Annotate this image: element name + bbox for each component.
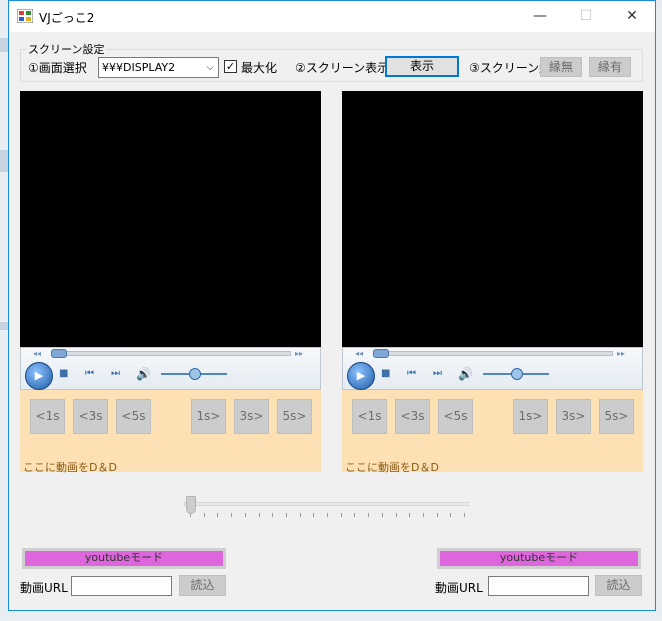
right-url-label: 動画URL — [435, 581, 483, 595]
crossfader-tick — [244, 513, 246, 517]
right-volume-thumb[interactable] — [511, 368, 523, 380]
chevron-down-icon: ⌵ — [206, 62, 214, 73]
crossfader-tick — [272, 513, 274, 517]
left-video-display[interactable] — [20, 91, 321, 347]
right-skip-back-1s[interactable]: <1s — [352, 399, 387, 434]
crossfader-tick — [450, 513, 452, 517]
left-skip-back-3s[interactable]: <3s — [73, 399, 108, 434]
screen-border-label: ③スクリーン縁 — [469, 61, 552, 75]
crossfader-tick — [340, 513, 342, 517]
right-load-button[interactable]: 読込 — [595, 575, 642, 596]
crossfader-tick — [327, 513, 328, 517]
window-title: VJごっこ2 — [39, 11, 95, 25]
desktop-background-left — [0, 0, 8, 621]
volume-icon[interactable]: 🔊 — [136, 367, 151, 381]
left-url-label: 動画URL — [20, 581, 68, 595]
crossfader-thumb[interactable] — [186, 496, 196, 514]
rewind-icon[interactable]: ◂◂ — [355, 349, 363, 358]
crossfader-tick — [203, 513, 205, 517]
left-skip-back-5s[interactable]: <5s — [116, 399, 151, 434]
maximize-button[interactable]: ☐ — [563, 1, 609, 32]
app-icon — [16, 8, 34, 24]
crossfader-tick — [422, 513, 424, 517]
close-button[interactable]: ✕ — [609, 1, 655, 32]
desktop-background-bottom — [0, 610, 662, 621]
right-youtube-mode-button[interactable]: youtubeモード — [437, 548, 641, 569]
right-seek-thumb[interactable] — [373, 349, 389, 358]
minimize-button[interactable]: — — [517, 1, 563, 32]
volume-icon[interactable]: 🔊 — [458, 367, 473, 381]
crossfader-tick — [313, 513, 315, 517]
right-video-display[interactable] — [342, 91, 643, 347]
right-player-controls: ◂◂ ▸▸ ▶ ■ ⏮ ⏭ 🔊 — [342, 347, 643, 390]
right-seek-bar[interactable] — [373, 351, 613, 356]
play-icon[interactable]: ▶ — [25, 362, 53, 390]
right-skip-forward-5s[interactable]: 5s> — [599, 399, 634, 434]
screen-select-dropdown[interactable]: ¥¥¥DISPLAY2 ⌵ — [98, 57, 219, 78]
left-youtube-mode-button[interactable]: youtubeモード — [22, 548, 226, 569]
crossfader-tick — [395, 513, 397, 517]
previous-icon[interactable]: ⏮ — [85, 368, 94, 379]
left-volume-thumb[interactable] — [189, 368, 201, 380]
left-seek-bar[interactable] — [51, 351, 291, 356]
crossfader-tick — [285, 513, 287, 517]
title-bar[interactable]: VJごっこ2 — ☐ ✕ — [9, 1, 655, 32]
next-icon[interactable]: ⏭ — [433, 368, 442, 379]
show-screen-button[interactable]: 表示 — [385, 56, 459, 77]
screen-settings-legend: スクリーン設定 — [26, 41, 107, 57]
crossfader-tick — [217, 513, 219, 517]
left-url-input[interactable] — [71, 576, 172, 596]
border-on-button[interactable]: 縁有 — [589, 57, 631, 77]
maximize-label: 最大化 — [241, 61, 278, 75]
play-icon[interactable]: ▶ — [347, 362, 375, 390]
crossfader-tick — [299, 513, 301, 517]
right-skip-back-5s[interactable]: <5s — [438, 399, 473, 434]
left-drop-hint: ここに動画をD＆D — [23, 461, 117, 474]
left-player-controls: ◂◂ ▸▸ ▶ ■ ⏮ ⏭ 🔊 — [20, 347, 321, 390]
screen-select-value: ¥¥¥DISPLAY2 — [102, 61, 176, 74]
fast-forward-icon[interactable]: ▸▸ — [295, 349, 303, 358]
screen-show-label: ②スクリーン表示 — [295, 61, 390, 75]
left-seek-thumb[interactable] — [51, 349, 67, 358]
previous-icon[interactable]: ⏮ — [407, 368, 416, 379]
right-skip-forward-3s[interactable]: 3s> — [556, 399, 591, 434]
border-off-button[interactable]: 縁無 — [540, 57, 582, 77]
left-skip-forward-1s[interactable]: 1s> — [191, 399, 226, 434]
right-skip-forward-1s[interactable]: 1s> — [513, 399, 548, 434]
right-drop-hint: ここに動画をD＆D — [345, 461, 439, 474]
crossfader-tick — [409, 513, 411, 517]
crossfader-tick — [368, 513, 370, 517]
left-load-button[interactable]: 読込 — [179, 575, 226, 596]
left-skip-forward-3s[interactable]: 3s> — [234, 399, 269, 434]
crossfader-tick — [258, 513, 260, 517]
next-icon[interactable]: ⏭ — [111, 368, 120, 379]
stop-icon[interactable]: ■ — [381, 368, 390, 379]
crossfader-tick — [231, 513, 233, 517]
stop-icon[interactable]: ■ — [59, 368, 68, 379]
crossfader-tick — [190, 513, 191, 517]
crossfader-tick — [381, 513, 383, 517]
right-url-input[interactable] — [488, 576, 589, 596]
rewind-icon[interactable]: ◂◂ — [33, 349, 41, 358]
left-skip-forward-5s[interactable]: 5s> — [277, 399, 312, 434]
fast-forward-icon[interactable]: ▸▸ — [617, 349, 625, 358]
crossfader-tick — [464, 513, 465, 517]
crossfader-tick — [354, 513, 356, 517]
screen-select-label: ①画面選択 — [28, 61, 87, 75]
crossfader-track[interactable] — [184, 502, 469, 506]
left-skip-back-1s[interactable]: <1s — [30, 399, 65, 434]
crossfader-tick — [436, 513, 438, 517]
app-window: VJごっこ2 — ☐ ✕ スクリーン設定 ①画面選択 ¥¥¥DISPLAY2 ⌵… — [8, 0, 656, 611]
maximize-checkbox[interactable]: ✓ — [224, 60, 237, 73]
desktop-background-right — [655, 0, 662, 621]
right-skip-back-3s[interactable]: <3s — [395, 399, 430, 434]
